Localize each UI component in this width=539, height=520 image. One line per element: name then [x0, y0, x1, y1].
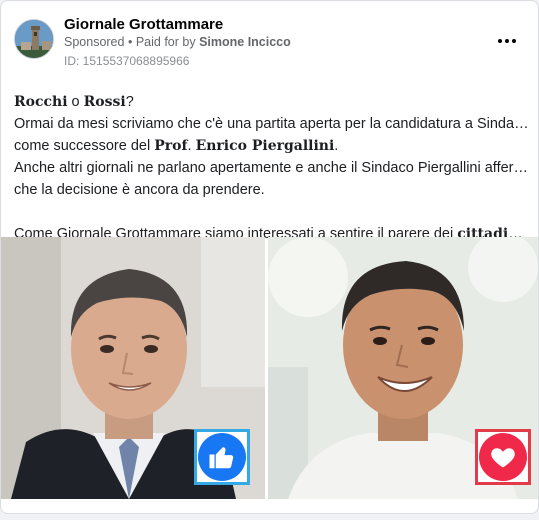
love-icon	[479, 433, 527, 481]
avatar-image	[15, 20, 53, 58]
like-icon	[198, 433, 246, 481]
ad-id: ID: 1515537068895966	[64, 54, 190, 68]
meta-separator: •	[127, 35, 133, 49]
post-text: Rocchi o Rossi? Ormai da mesi scriviamo …	[14, 91, 529, 245]
candidate-photo-left[interactable]	[1, 237, 265, 499]
sponsored-meta: Sponsored • Paid for by Simone Incicco	[64, 35, 291, 49]
more-dot-icon	[505, 39, 509, 43]
love-reaction-button[interactable]	[475, 429, 531, 485]
text-line: Ormai da mesi scriviamo che c'è una part…	[14, 116, 529, 132]
text-line: come successore del Prof. Enrico Piergal…	[14, 138, 339, 154]
more-options-button[interactable]	[491, 27, 523, 55]
post-header: Giornale Grottammare Sponsored • Paid fo…	[1, 1, 538, 79]
candidate-photo-right[interactable]	[268, 237, 538, 499]
page-name[interactable]: Giornale Grottammare	[64, 16, 223, 33]
paid-for-name: Simone Incicco	[199, 35, 291, 49]
text-line: Rocchi o Rossi?	[14, 94, 134, 110]
text-line: Anche altri giornali ne parlano apertame…	[14, 160, 529, 176]
more-dot-icon	[512, 39, 516, 43]
like-reaction-button[interactable]	[194, 429, 250, 485]
ad-post-card: Giornale Grottammare Sponsored • Paid fo…	[0, 0, 539, 514]
post-media[interactable]	[1, 237, 538, 499]
text-spacer	[14, 201, 529, 223]
more-dot-icon	[498, 39, 502, 43]
sponsored-label[interactable]: Sponsored	[64, 35, 124, 49]
page-avatar[interactable]	[14, 19, 54, 59]
heart-icon	[491, 448, 515, 468]
paid-for-prefix: Paid for by	[135, 35, 196, 49]
thumbs-up-icon	[209, 447, 234, 469]
text-line: che la decisione è ancora da prendere.	[14, 182, 265, 198]
